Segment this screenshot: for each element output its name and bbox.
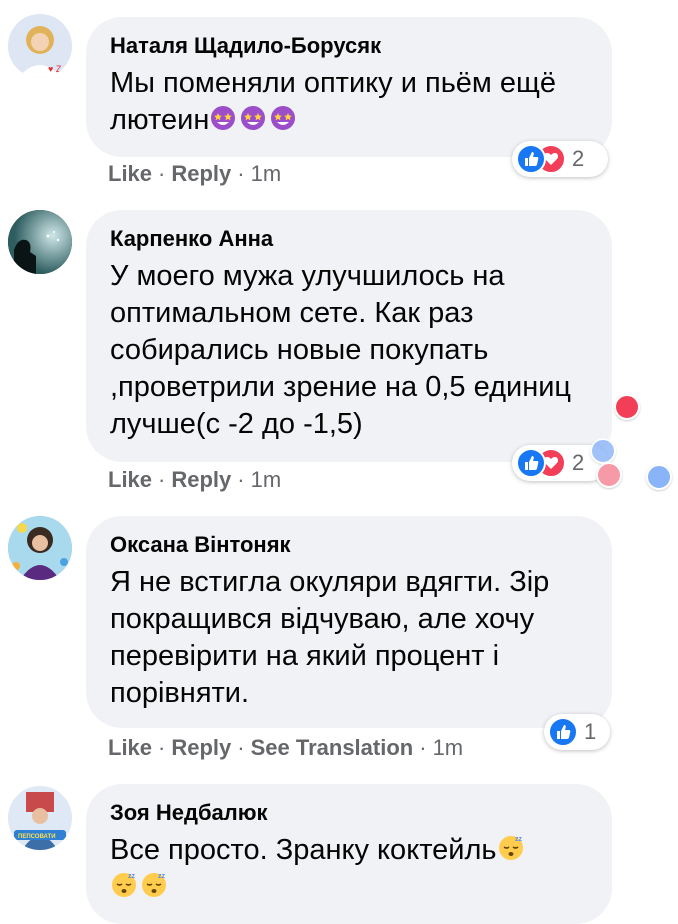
- avatar[interactable]: [8, 516, 72, 580]
- star-struck-icon: [209, 104, 237, 132]
- reply-button[interactable]: Reply: [171, 735, 231, 760]
- comment-bubble: Оксана Вінтоняк Я не встигла окуляри вдя…: [86, 516, 612, 728]
- comment-author[interactable]: Наталя Щадило-Борусяк: [110, 33, 588, 59]
- comment-author[interactable]: Карпенко Анна: [110, 226, 588, 252]
- floating-love-icon: [614, 394, 640, 420]
- reply-button[interactable]: Reply: [171, 161, 231, 186]
- comment-author[interactable]: Оксана Вінтоняк: [110, 532, 588, 558]
- star-struck-icon: [269, 104, 297, 132]
- like-reaction-icon: [516, 448, 546, 478]
- comment-author[interactable]: Зоя Недбалюк: [110, 800, 588, 826]
- comment-actions: Like · Reply · See Translation · 1m: [108, 735, 464, 760]
- comment: ♥ Z Наталя Щадило-Борусяк Мы поменяли оп…: [0, 0, 678, 195]
- comment-bubble: Карпенко Анна У моего мужа улучшилось на…: [86, 210, 612, 462]
- comment-text: Я не встигла окуляри вдягти. Зір покращи…: [110, 566, 550, 709]
- reaction-count: 1: [584, 719, 597, 744]
- like-reaction-icon: [548, 717, 578, 747]
- svg-text:ПЕПСОВАТИ: ПЕПСОВАТИ: [18, 834, 56, 840]
- svg-text:♥ Z: ♥ Z: [48, 64, 62, 74]
- floating-love-icon: [596, 462, 622, 488]
- comment-text: Мы поменяли оптику и пьём ещё лютеин: [110, 67, 557, 136]
- reaction-summary[interactable]: 2: [512, 141, 608, 177]
- comment-timestamp[interactable]: 1m: [251, 161, 282, 186]
- reaction-count: 2: [572, 146, 585, 171]
- reaction-summary[interactable]: 1: [544, 714, 610, 750]
- avatar[interactable]: ПЕПСОВАТИ: [8, 786, 72, 850]
- comment-text: Все просто. Зранку коктейль zz zz zz: [110, 832, 588, 906]
- sleeping-face-icon: zz: [140, 871, 168, 899]
- floating-like-icon: [590, 438, 616, 464]
- svg-text:zz: zz: [158, 873, 166, 880]
- comment-bubble: Зоя Недбалюк Все просто. Зранку коктейль…: [86, 784, 612, 924]
- svg-text:zz: zz: [515, 836, 523, 843]
- reply-button[interactable]: Reply: [171, 467, 231, 492]
- avatar[interactable]: ♥ Z: [8, 14, 72, 78]
- comment-text: У моего мужа улучшилось на оптимальном с…: [110, 260, 572, 440]
- svg-text:zz: zz: [128, 873, 136, 880]
- see-translation-button[interactable]: See Translation: [251, 735, 414, 760]
- floating-like-icon: [646, 464, 672, 490]
- avatar[interactable]: [8, 210, 72, 274]
- reaction-count: 2: [572, 450, 585, 475]
- comment-actions: Like · Reply · 1m: [108, 467, 282, 492]
- comment-actions: Like · Reply · 1m: [108, 161, 282, 186]
- comment-bubble: Наталя Щадило-Борусяк Мы поменяли оптику…: [86, 17, 612, 157]
- star-struck-icon: [239, 104, 267, 132]
- like-button[interactable]: Like: [108, 161, 152, 186]
- like-reaction-icon: [516, 144, 546, 174]
- like-button[interactable]: Like: [108, 735, 152, 760]
- sleeping-face-icon: zz: [110, 871, 138, 899]
- like-button[interactable]: Like: [108, 467, 152, 492]
- comment-timestamp[interactable]: 1m: [433, 735, 464, 760]
- comment-timestamp[interactable]: 1m: [251, 467, 282, 492]
- sleeping-face-icon: zz: [497, 834, 525, 862]
